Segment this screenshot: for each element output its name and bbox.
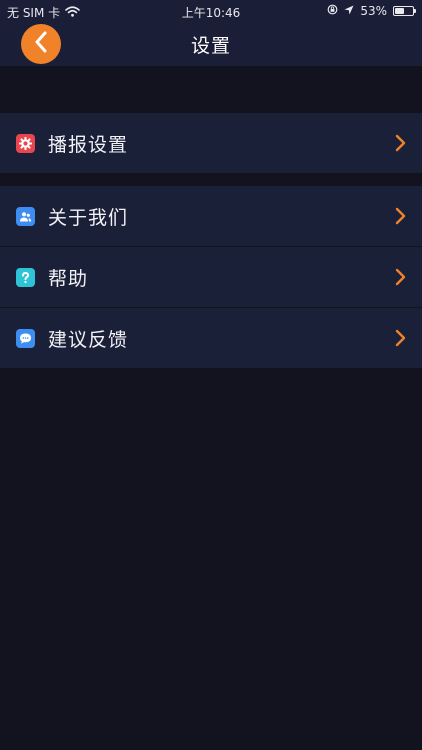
chat-bubble-icon xyxy=(16,328,35,348)
settings-row-broadcast[interactable]: 播报设置 xyxy=(0,113,422,173)
battery-fill xyxy=(395,8,404,14)
chevron-right-icon xyxy=(394,268,406,286)
chevron-right-icon xyxy=(394,134,406,152)
settings-row-label: 帮助 xyxy=(48,267,89,290)
status-right: 53% xyxy=(327,4,416,18)
settings-group-broadcast: 播报设置 xyxy=(0,113,422,173)
chevron-right-icon xyxy=(394,207,406,225)
gear-icon xyxy=(16,133,35,153)
settings-group-info: 关于我们 帮助 建议反馈 xyxy=(0,186,422,368)
settings-row-help[interactable]: 帮助 xyxy=(0,246,422,307)
battery-icon xyxy=(393,6,416,16)
battery-percent: 53% xyxy=(360,4,387,18)
settings-row-label: 关于我们 xyxy=(48,206,129,229)
lock-rotation-icon xyxy=(327,4,338,18)
location-arrow-icon xyxy=(344,4,354,18)
settings-row-feedback[interactable]: 建议反馈 xyxy=(0,307,422,368)
nav-bar: 设置 xyxy=(0,22,422,66)
settings-row-label: 播报设置 xyxy=(48,133,129,156)
settings-row-label: 建议反馈 xyxy=(48,328,129,351)
chevron-right-icon xyxy=(394,329,406,347)
question-icon xyxy=(16,267,35,287)
status-bar: 无 SIM 卡 上午10:46 53% xyxy=(0,0,422,22)
settings-row-about[interactable]: 关于我们 xyxy=(0,186,422,246)
page-title: 设置 xyxy=(190,35,231,57)
people-icon xyxy=(16,206,35,226)
